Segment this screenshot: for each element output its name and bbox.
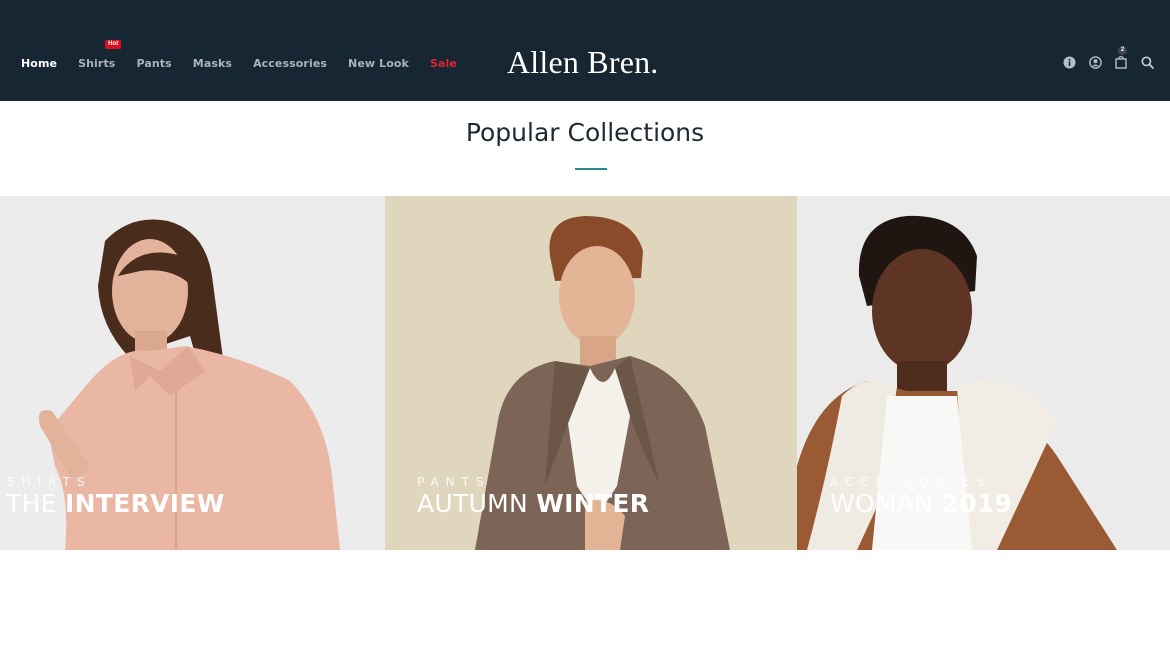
search-icon[interactable] [1140,54,1154,70]
brand-logo[interactable]: Allen Bren. [507,44,659,81]
site-header: Home Shirts Hot Pants Masks Accessories … [0,0,1170,101]
collection-title-bold: 2019 [941,489,1013,518]
title-underline [575,168,607,170]
collections-grid: SHIRTS THE INTERVIEW PANTS AUTUMN WINTER [0,196,1170,550]
cart-count-badge: 2 [1118,46,1127,55]
hot-badge: Hot [105,40,122,49]
collection-subtitle: SHIRTS [7,475,92,489]
collection-subtitle: PANTS [417,475,491,489]
collection-title: AUTUMN WINTER [417,489,649,518]
collection-subtitle: ACCESSORIES [830,475,992,489]
nav-masks[interactable]: Masks [193,57,232,70]
section-title: Popular Collections [465,118,705,147]
nav-shirts-label: Shirts [78,57,116,70]
collection-title-light: AUTUMN [417,489,537,518]
collection-title: WOMAN 2019 [830,489,1012,518]
cart-icon[interactable]: 2 [1114,46,1128,70]
collection-card-accessories[interactable]: ACCESSORIES WOMAN 2019 [797,196,1170,550]
nav-pants[interactable]: Pants [136,57,171,70]
nav-sale[interactable]: Sale [430,57,457,70]
main-nav: Home Shirts Hot Pants Masks Accessories … [21,40,478,70]
collection-title-light: THE [6,489,66,518]
nav-shirts[interactable]: Shirts Hot [78,40,122,70]
info-icon[interactable] [1062,54,1076,70]
account-icon[interactable] [1088,54,1102,70]
nav-accessories[interactable]: Accessories [253,57,327,70]
nav-new-look[interactable]: New Look [348,57,409,70]
collection-card-shirts[interactable]: SHIRTS THE INTERVIEW [0,196,385,550]
collection-title: THE INTERVIEW [6,489,225,518]
collection-title-light: WOMAN [830,489,942,518]
header-icons: 2 [1050,46,1154,70]
nav-home[interactable]: Home [21,57,57,70]
collection-card-pants[interactable]: PANTS AUTUMN WINTER [385,196,797,550]
collection-title-bold: INTERVIEW [65,489,225,518]
collection-title-bold: WINTER [536,489,650,518]
